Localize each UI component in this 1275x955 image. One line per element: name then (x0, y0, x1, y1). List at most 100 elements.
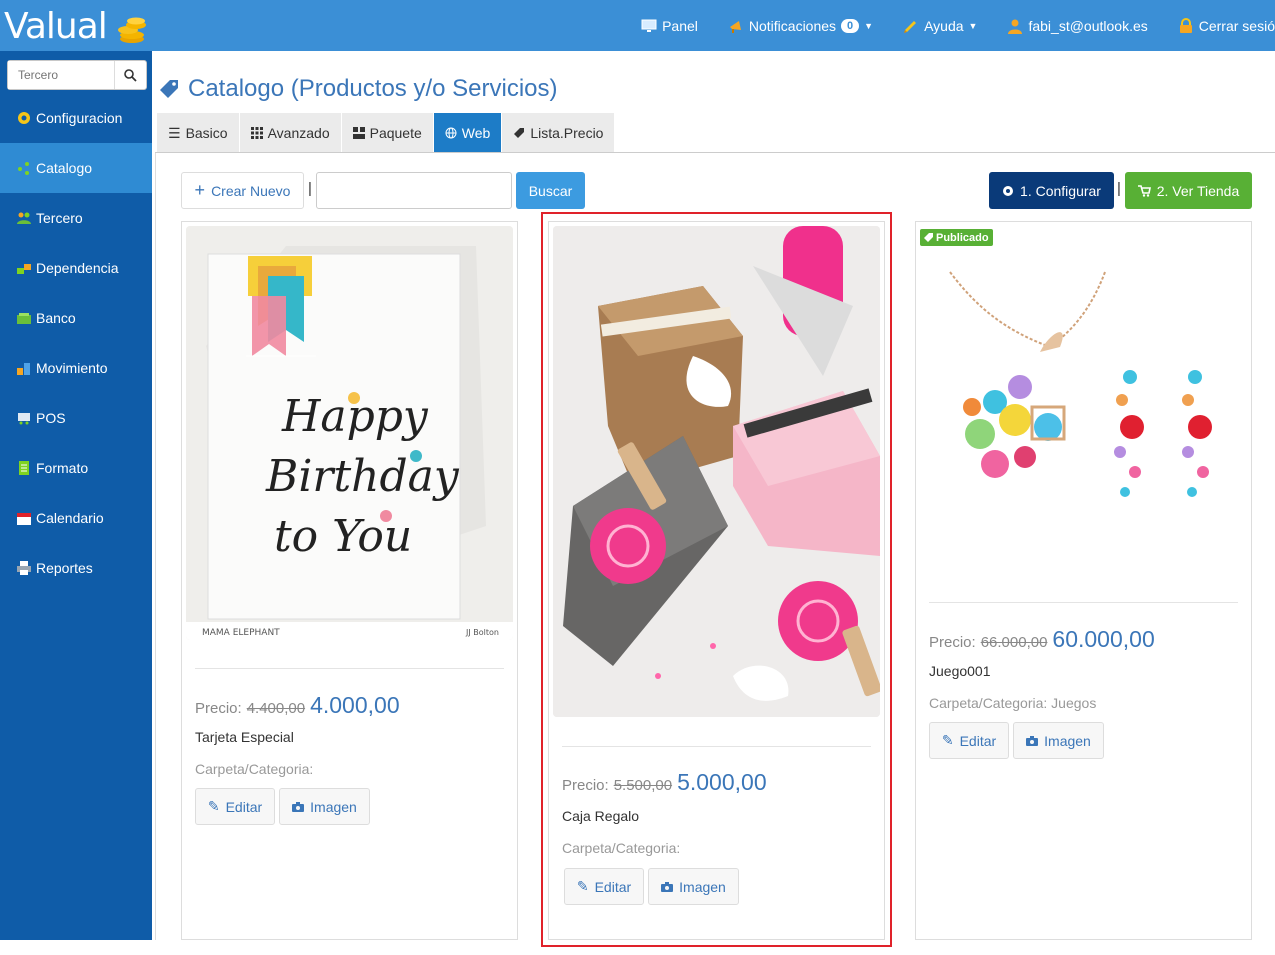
plus-icon: + (194, 180, 206, 200)
toolbar-separator: | (1117, 180, 1121, 197)
printer-icon (17, 561, 31, 575)
calendar-icon (17, 513, 31, 525)
lock-icon (1179, 17, 1192, 33)
configure-label: 1. Configurar (1020, 182, 1101, 199)
catalog-search-input[interactable] (316, 172, 512, 209)
product-card: Publicado Precio: 66.000,00 60.000,00 Ju… (915, 221, 1252, 940)
coins-logo-icon (118, 17, 146, 43)
create-new-button[interactable]: + Crear Nuevo (181, 172, 304, 209)
image-caption-right: JJ Bolton (465, 628, 499, 637)
tab-label: Lista.Precio (530, 125, 604, 141)
sidebar-item-label: Banco (36, 310, 76, 326)
price-label: Precio: (929, 634, 976, 651)
gear-icon (18, 112, 30, 124)
price-label: Precio: (195, 700, 242, 717)
current-price: 60.000,00 (1052, 626, 1155, 652)
nav-user-label: fabi_st@outlook.es (1028, 17, 1148, 34)
chart-blocks-icon (17, 363, 30, 375)
user-icon (1008, 19, 1023, 34)
nav-logout[interactable]: Cerrar sesió (1163, 0, 1275, 51)
sidebar-item-calendario[interactable]: Calendario (0, 493, 152, 543)
sidebar-item-label: Tercero (36, 210, 83, 226)
image-label: Imagen (310, 798, 357, 815)
nav-panel[interactable]: Panel (626, 0, 713, 51)
nav-help-label: Ayuda (924, 17, 964, 34)
edit-button[interactable]: ✎ Editar (929, 722, 1009, 759)
sidebar-item-tercero[interactable]: Tercero (0, 193, 152, 243)
cart-icon (1137, 184, 1151, 197)
image-caption-left: MAMA ELEPHANT (202, 628, 280, 638)
sidebar-search (7, 60, 147, 90)
search-icon (124, 68, 137, 82)
tab-label: Basico (185, 125, 228, 141)
product-name: Tarjeta Especial (195, 729, 294, 745)
sidebar: Configuracion Catalogo Tercero Dependenc… (0, 51, 152, 940)
grid-icon (250, 127, 263, 139)
nav-user[interactable]: fabi_st@outlook.es (992, 0, 1162, 51)
sidebar-item-configuracion[interactable]: Configuracion (0, 93, 152, 143)
search-button[interactable] (114, 61, 146, 89)
tab-web[interactable]: Web (433, 113, 503, 153)
nav-notifications-label: Notificaciones (748, 17, 837, 34)
image-button[interactable]: Imagen (1013, 722, 1104, 759)
card-text-birthday: Birthday (265, 451, 460, 502)
view-store-button[interactable]: 2. Ver Tienda (1125, 172, 1252, 209)
jewelry-image (920, 252, 1247, 582)
edit-label: Editar (225, 798, 263, 815)
sidebar-item-dependencia[interactable]: Dependencia (0, 243, 152, 293)
product-name: Juego001 (929, 663, 991, 679)
product-category: Carpeta/Categoria: Juegos (929, 695, 1097, 711)
sidebar-search-input[interactable] (8, 61, 114, 89)
gear-icon (1003, 185, 1014, 196)
product-image[interactable]: Happy Birthday to You MAMA ELEPHANT JJ B… (186, 226, 513, 640)
nav-help[interactable]: Ayuda ▼ (888, 0, 992, 51)
notifications-count-badge: 0 (841, 18, 860, 33)
app-logo[interactable]: Valual (4, 6, 108, 47)
people-icon (17, 212, 31, 224)
pencil-icon: ✎ (207, 798, 220, 814)
old-price: 4.400,00 (246, 700, 306, 717)
document-icon (19, 461, 29, 475)
megaphone-icon (729, 20, 741, 33)
sidebar-item-catalogo[interactable]: Catalogo (0, 143, 152, 193)
card-text-to-you: to You (274, 511, 412, 562)
create-new-label: Crear Nuevo (211, 182, 291, 199)
top-navbar: Valual Panel Notificaciones 0 ▼ Ayuda ▼ … (0, 0, 1275, 51)
price-line: Precio: 66.000,00 60.000,00 (929, 626, 1155, 653)
tab-label: Avanzado (267, 125, 330, 141)
camera-icon (292, 801, 305, 812)
sidebar-item-label: Reportes (36, 560, 93, 576)
camera-icon (1026, 735, 1039, 746)
tab-lista-precio[interactable]: Lista.Precio (502, 113, 616, 153)
nav-notifications[interactable]: Notificaciones 0 ▼ (713, 0, 888, 51)
tab-basico[interactable]: ☰ Basico (157, 113, 240, 153)
configure-button[interactable]: 1. Configurar (989, 172, 1114, 209)
sidebar-item-label: POS (36, 410, 66, 426)
search-submit-button[interactable]: Buscar (516, 172, 585, 209)
edit-button[interactable]: ✎ Editar (195, 788, 275, 825)
cart-icon (18, 413, 30, 425)
edit-label: Editar (959, 732, 997, 749)
image-button[interactable]: Imagen (279, 788, 370, 825)
tab-label: Web (461, 125, 491, 141)
sidebar-item-pos[interactable]: POS (0, 393, 152, 443)
pencil-icon: ✎ (941, 732, 954, 748)
monitor-icon (641, 19, 657, 32)
sidebar-item-banco[interactable]: Banco (0, 293, 152, 343)
tab-label: Paquete (369, 125, 422, 141)
page-title-text: Catalogo (Productos y/o Servicios) (188, 75, 558, 102)
view-store-label: 2. Ver Tienda (1156, 182, 1240, 199)
product-image[interactable] (920, 252, 1247, 582)
tab-paquete[interactable]: Paquete (341, 113, 434, 153)
chevron-down-icon: ▼ (968, 20, 978, 31)
search-submit-label: Buscar (528, 182, 573, 199)
sidebar-item-formato[interactable]: Formato (0, 443, 152, 493)
tag-icon (514, 128, 525, 138)
sidebar-item-reportes[interactable]: Reportes (0, 543, 152, 593)
page-title: Catalogo (Productos y/o Servicios) (158, 75, 558, 103)
sidebar-item-movimiento[interactable]: Movimiento (0, 343, 152, 393)
list-icon: ☰ (168, 124, 181, 141)
product-card: Happy Birthday to You MAMA ELEPHANT JJ B… (181, 221, 518, 940)
tab-avanzado[interactable]: Avanzado (239, 113, 342, 153)
sidebar-item-label: Dependencia (36, 260, 119, 276)
